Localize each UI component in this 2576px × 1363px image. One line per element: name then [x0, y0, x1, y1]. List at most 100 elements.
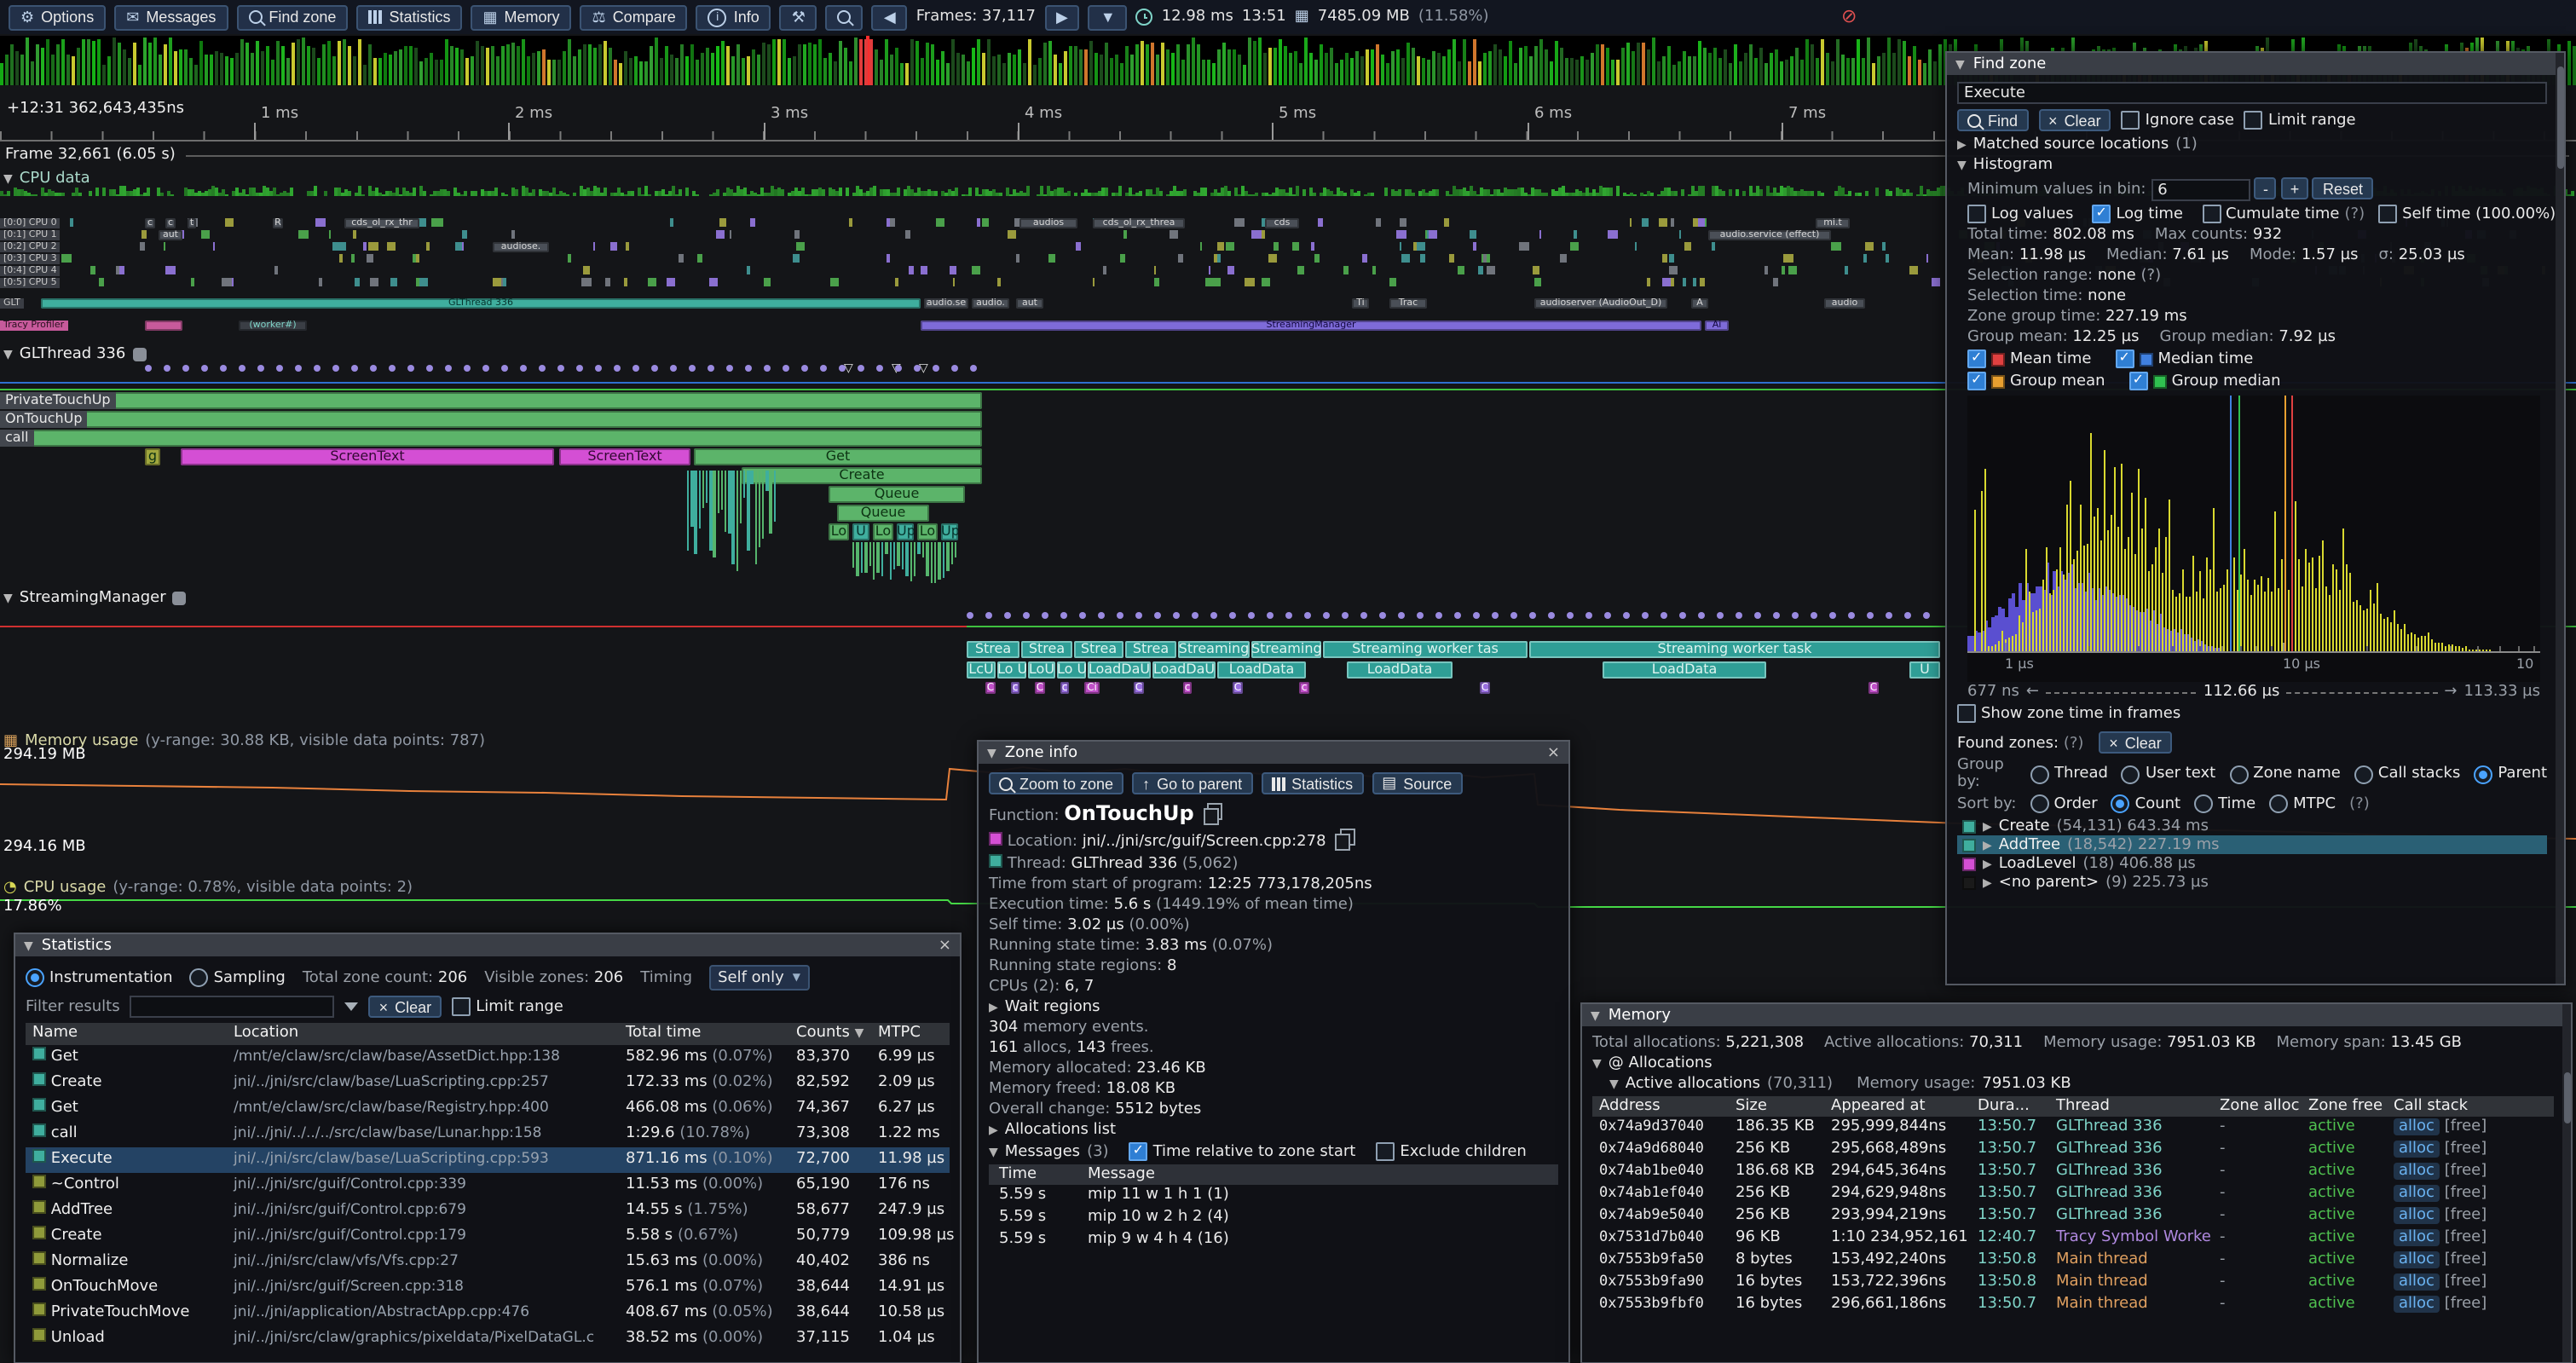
radio-option[interactable]: Count [2111, 794, 2180, 813]
alloc-callstack-link[interactable]: alloc [2394, 1296, 2440, 1313]
memory-button[interactable]: ▦ Memory [471, 4, 571, 30]
timeline-zone[interactable]: Queue [837, 505, 929, 522]
cpu-zone[interactable]: c [145, 218, 155, 228]
message-row[interactable]: 5.59 s mip 9 w 4 h 4 (16) [989, 1229, 1558, 1251]
copy-icon[interactable] [1339, 829, 1354, 846]
funnel-icon[interactable] [345, 1002, 359, 1011]
alloc-callstack-link[interactable]: alloc [2394, 1207, 2440, 1224]
limit-range-checkbox[interactable]: Limit range [452, 997, 563, 1016]
frame-menu-button[interactable]: ▼ [1089, 4, 1128, 30]
allocation-row[interactable]: 0x74ab9e5040 256 KB 293,994,219ns 13:50.… [1592, 1205, 2554, 1227]
cpu-zone[interactable]: A [1691, 298, 1708, 309]
checkbox[interactable]: Log time [2092, 205, 2188, 223]
cpu-zone[interactable]: c [165, 218, 176, 228]
timeline-zone[interactable]: LoadData [1603, 661, 1766, 679]
plot-mark-zone[interactable]: c [1183, 682, 1192, 694]
timeline-zone[interactable]: Streaming worker task [1529, 641, 1940, 658]
alloc-callstack-link[interactable]: alloc [2394, 1141, 2440, 1158]
tools-button[interactable]: ⚒ [780, 4, 817, 30]
timeline-zone[interactable]: Create [742, 467, 982, 484]
cpu-zone[interactable]: cds_ol_rx_threa [1093, 218, 1185, 228]
free-callstack-link[interactable]: [free] [2445, 1207, 2487, 1224]
plot-mark-zone[interactable]: C [985, 682, 996, 694]
cpu-zone[interactable]: audio. [972, 298, 1009, 309]
cpu-zone[interactable]: cds [1265, 218, 1299, 228]
active-allocations-collapser[interactable]: ▼ Active allocations (70,311) Memory usa… [1609, 1076, 2554, 1093]
thread-pin-icon[interactable] [173, 592, 187, 605]
allocation-row[interactable]: 0x7553b9fbf0 16 bytes 296,661,186ns 13:5… [1592, 1294, 2554, 1316]
plot-mark-zone[interactable]: c [1060, 682, 1069, 694]
timeline-zone[interactable]: LcU [967, 661, 996, 679]
allocation-row[interactable]: 0x7531d7b040 96 KB 1:10 234,952,161 12:4… [1592, 1227, 2554, 1250]
allocation-row[interactable]: 0x7553b9fa90 16 bytes 153,722,396ns 13:5… [1592, 1272, 2554, 1294]
statistics-row[interactable]: call jni/../jni/../../../src/claw/base/L… [26, 1122, 950, 1147]
free-callstack-link[interactable]: [free] [2445, 1141, 2487, 1158]
info-button[interactable]: Info [696, 4, 771, 30]
timeline-zone[interactable]: Strea [1021, 641, 1072, 658]
plot-mark-zone[interactable]: C [1035, 682, 1045, 694]
alloc-callstack-link[interactable]: alloc [2394, 1229, 2440, 1246]
radio-option[interactable]: Zone name [2229, 765, 2341, 783]
scrollbar[interactable] [2562, 1004, 2571, 1362]
timeline-zone[interactable]: Strea [1125, 641, 1176, 658]
free-callstack-link[interactable]: [free] [2445, 1273, 2487, 1291]
cpu-zone[interactable]: (worker#) [239, 321, 307, 331]
timeline-zone[interactable]: Lo U [997, 661, 1026, 679]
statistics-row[interactable]: OnTouchMove jni/../jni/src/guif/Screen.c… [26, 1275, 950, 1301]
sampling-radio[interactable]: Sampling [190, 968, 286, 987]
free-callstack-link[interactable]: [free] [2445, 1296, 2487, 1313]
alloc-callstack-link[interactable]: alloc [2394, 1273, 2440, 1291]
zone-comb-cluster[interactable] [852, 542, 958, 586]
free-callstack-link[interactable]: [free] [2445, 1185, 2487, 1202]
alloc-callstack-link[interactable]: alloc [2394, 1163, 2440, 1180]
cpu-zone[interactable]: audios [1019, 218, 1077, 228]
clear-button[interactable]: ×Clear [2038, 109, 2111, 131]
next-frame-button[interactable]: ▶ [1044, 4, 1080, 30]
timeline-zone[interactable] [0, 392, 982, 409]
disconnect-icon[interactable]: ⊘ [1841, 5, 1857, 27]
wait-regions-collapser[interactable]: ▶ Wait regions [989, 999, 1558, 1016]
message-row[interactable]: 5.59 s mip 10 w 2 h 2 (4) [989, 1207, 1558, 1229]
zone-info-titlebar[interactable]: ▼ Zone info × [979, 742, 1568, 764]
cpu-zone[interactable]: audio.service (effect) [1708, 230, 1831, 240]
statistics-table-header[interactable]: Name Location Total time Counts ▼ MTPC [26, 1023, 950, 1045]
legend-checkbox[interactable]: Group median [2129, 372, 2281, 390]
timeline-zone[interactable]: Lo U [1057, 661, 1086, 679]
radio-option[interactable]: Time [2194, 794, 2255, 813]
plot-mark-zone[interactable]: Ci [1084, 682, 1100, 694]
radio-option[interactable]: User text [2122, 765, 2215, 783]
expand-icon[interactable]: ▶ [1983, 875, 1992, 889]
checkbox[interactable]: Self time (100.00%) [2378, 205, 2561, 223]
cpu-zone[interactable]: audioserver (AudioOut_D) [1534, 298, 1667, 309]
statistics-row[interactable]: Execute jni/../jni/src/claw/base/LuaScri… [26, 1147, 950, 1173]
timeline-zone[interactable]: Strea [967, 641, 1019, 658]
increase-button[interactable]: + [2282, 177, 2308, 199]
free-callstack-link[interactable]: [free] [2445, 1163, 2487, 1180]
timeline-zone[interactable]: Get [694, 448, 982, 465]
timeline-zone[interactable]: Strea [1074, 641, 1123, 658]
timeline-zone[interactable]: Queue [829, 486, 965, 503]
decrease-button[interactable]: - [2255, 177, 2277, 199]
find-button[interactable]: Find [1957, 109, 2028, 131]
alloc-callstack-link[interactable]: alloc [2394, 1251, 2440, 1268]
timeline-zone[interactable] [0, 430, 982, 447]
expand-icon[interactable]: ▶ [1983, 838, 1992, 852]
timeline-zone[interactable]: LoadDaU [1152, 661, 1216, 679]
scrollbar-thumb[interactable] [2563, 1072, 2570, 1123]
histogram-collapser[interactable]: ▼ Histogram [1957, 157, 2547, 174]
statistics-row[interactable]: Create jni/../jni/src/guif/Control.cpp:1… [26, 1224, 950, 1250]
find-zone-button[interactable]: Find zone [236, 4, 348, 30]
timeline-zone[interactable]: LoadData [1347, 661, 1453, 679]
timeline-zone[interactable]: g [145, 448, 160, 465]
cpu-data-header[interactable]: ▼ CPU data [3, 170, 90, 188]
thread-pin-icon[interactable] [132, 348, 146, 361]
timeline-zone[interactable]: Streaming [1251, 641, 1321, 658]
timeline-zone[interactable]: LoU [1028, 661, 1055, 679]
plot-mark-zone[interactable]: C [1233, 682, 1243, 694]
zone-statistics-button[interactable]: Statistics [1261, 772, 1363, 794]
statistics-row[interactable]: Create jni/../jni/src/claw/base/LuaScrip… [26, 1071, 950, 1096]
timeline-zone[interactable]: Streaming worker tas [1323, 641, 1528, 658]
cpu-zone[interactable]: t [188, 218, 196, 228]
timing-select[interactable]: Self only▼ [709, 965, 809, 990]
cpu-zone[interactable] [145, 321, 182, 331]
